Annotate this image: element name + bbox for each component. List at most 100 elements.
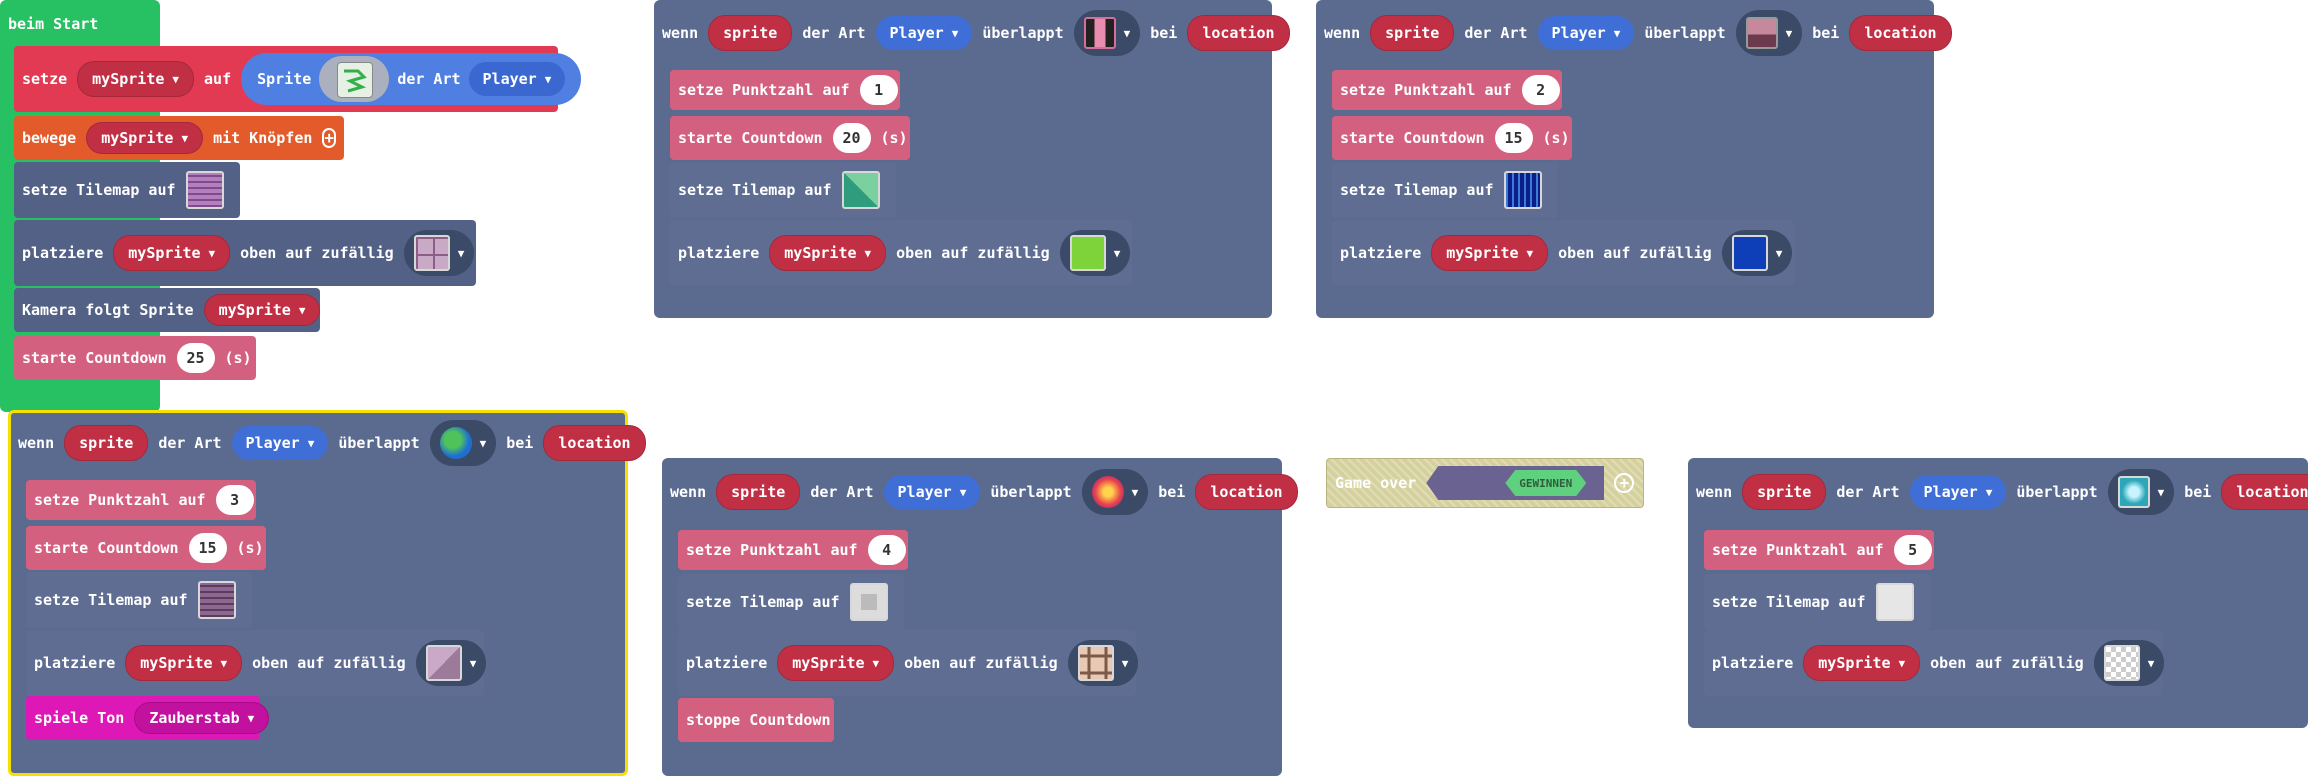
house-tile-icon <box>1745 17 1778 49</box>
start-countdown-block[interactable]: starte Countdown 15 (s) <box>1332 116 1572 160</box>
sprite-param[interactable]: sprite <box>1370 15 1455 51</box>
stop-countdown-keyword: stoppe Countdown <box>686 711 831 729</box>
location-param[interactable]: location <box>1195 474 1298 510</box>
set-sprite-block[interactable]: setze mySprite ▼ auf Sprite der Art Playe… <box>14 46 582 112</box>
sprite-image-picker[interactable] <box>319 56 390 102</box>
place-random-block[interactable]: platziere mySprite ▼ oben auf zufällig ▼ <box>1704 630 2165 696</box>
camera-keyword: Kamera folgt Sprite <box>22 301 194 319</box>
score-value[interactable]: 5 <box>1893 535 1932 565</box>
countdown-value[interactable]: 20 <box>832 123 871 153</box>
tile-picker[interactable]: ▼ <box>415 640 487 686</box>
tilemap-thumbnail-icon[interactable] <box>1875 583 1914 621</box>
tilemap-thumbnail-icon[interactable] <box>1503 171 1542 209</box>
place-keyword: platziere <box>22 244 104 262</box>
tile-picker[interactable]: ▼ <box>2093 640 2165 686</box>
set-score-block[interactable]: setze Punktzahl auf 5 <box>1704 530 1934 570</box>
set-tilemap-block[interactable]: setze Tilemap auf <box>1704 574 1930 630</box>
place-random-block[interactable]: platziere mySprite ▼ oben auf zufällig ▼ <box>26 630 487 696</box>
plus-icon[interactable]: + <box>322 128 337 148</box>
tilemap-thumbnail-icon[interactable] <box>841 171 880 209</box>
set-tilemap-block[interactable]: setze Tilemap auf <box>14 162 240 218</box>
tile-picker[interactable]: ▼ <box>429 420 497 466</box>
place-random-block[interactable]: platziere mySprite ▼ oben auf zufällig ▼ <box>678 630 1139 696</box>
play-sound-block[interactable]: spiele Ton Zauberstab ▼ <box>26 696 270 740</box>
location-param[interactable]: location <box>1187 15 1290 51</box>
stone-tile-icon <box>425 645 462 681</box>
plus-icon[interactable]: + <box>1614 473 1635 493</box>
start-countdown-block[interactable]: starte Countdown 15 (s) <box>26 526 266 570</box>
sprite-param[interactable]: sprite <box>716 474 801 510</box>
var-dropdown[interactable]: mySprite ▼ <box>203 294 321 326</box>
kind-dropdown[interactable]: Player ▼ <box>875 16 973 50</box>
var-dropdown[interactable]: mySprite ▼ <box>769 235 887 271</box>
var-dropdown[interactable]: mySprite ▼ <box>125 645 243 681</box>
place-random-block[interactable]: platziere mySprite ▼ oben auf zufällig ▼ <box>14 220 476 286</box>
move-with-buttons-block[interactable]: bewege mySprite ▼ mit Knöpfen + <box>14 116 344 160</box>
chevron-down-icon: ▼ <box>298 303 306 317</box>
chevron-down-icon: ▼ <box>307 436 315 450</box>
kind-dropdown[interactable]: Player ▼ <box>1909 475 2007 509</box>
tile-picker[interactable]: ▼ <box>1721 230 1793 276</box>
sprite-param[interactable]: sprite <box>64 425 149 461</box>
location-param[interactable]: location <box>2221 474 2308 510</box>
sound-dropdown[interactable]: Zauberstab ▼ <box>134 702 270 734</box>
var-name: mySprite <box>218 301 291 319</box>
tilemap-thumbnail-icon[interactable] <box>197 581 236 619</box>
kind-dropdown[interactable]: Player ▼ <box>231 426 329 460</box>
score-value[interactable]: 4 <box>867 535 906 565</box>
tile-picker[interactable]: ▼ <box>1059 230 1131 276</box>
tile-picker[interactable]: ▼ <box>1073 10 1141 56</box>
var-dropdown[interactable]: mySprite ▼ <box>777 645 895 681</box>
set-score-block[interactable]: setze Punktzahl auf 2 <box>1332 70 1562 110</box>
win-value-slot[interactable]: GEWINNEN <box>1426 466 1605 500</box>
countdown-value[interactable]: 15 <box>188 533 227 563</box>
countdown-value[interactable]: 25 <box>176 343 215 373</box>
score-value[interactable]: 3 <box>215 485 254 515</box>
var-dropdown[interactable]: mySprite ▼ <box>1431 235 1549 271</box>
var-dropdown[interactable]: mySprite ▼ <box>86 122 204 154</box>
place-random-block[interactable]: platziere mySprite ▼ oben auf zufällig ▼ <box>1332 220 1794 286</box>
kind-dropdown[interactable]: Player ▼ <box>1537 16 1635 50</box>
set-score-block[interactable]: setze Punktzahl auf 1 <box>670 70 900 110</box>
tilemap-thumbnail-icon[interactable] <box>849 583 888 621</box>
tile-picker[interactable]: ▼ <box>403 230 475 276</box>
set-score-block[interactable]: setze Punktzahl auf 3 <box>26 480 256 520</box>
camera-follow-block[interactable]: Kamera folgt Sprite mySprite ▼ <box>14 288 321 332</box>
location-param[interactable]: location <box>543 425 646 461</box>
set-score-block[interactable]: setze Punktzahl auf 4 <box>678 530 908 570</box>
set-tilemap-block[interactable]: setze Tilemap auf <box>678 574 904 630</box>
kind-dropdown[interactable]: Player ▼ <box>468 62 566 96</box>
start-countdown-block[interactable]: starte Countdown 20 (s) <box>670 116 910 160</box>
set-tilemap-keyword: setze Tilemap auf <box>34 591 188 609</box>
sprite-param[interactable]: sprite <box>708 15 793 51</box>
var-dropdown[interactable]: mySprite ▼ <box>113 235 231 271</box>
tile-picker[interactable]: ▼ <box>2107 469 2175 515</box>
sprite-param[interactable]: sprite <box>1742 474 1827 510</box>
var-dropdown[interactable]: mySprite ▼ <box>77 61 195 97</box>
countdown-keyword: starte Countdown <box>34 539 179 557</box>
set-tilemap-block[interactable]: setze Tilemap auf <box>670 162 896 218</box>
tile-picker[interactable]: ▼ <box>1735 10 1803 56</box>
countdown-value[interactable]: 15 <box>1494 123 1533 153</box>
tile-picker[interactable]: ▼ <box>1081 469 1149 515</box>
set-tilemap-block[interactable]: setze Tilemap auf <box>1332 162 1558 218</box>
set-score-keyword: setze Punktzahl auf <box>34 491 206 509</box>
tilemap-thumbnail-icon[interactable] <box>185 171 224 209</box>
start-countdown-block[interactable]: starte Countdown 25 (s) <box>14 336 256 380</box>
score-value[interactable]: 1 <box>859 75 898 105</box>
var-dropdown[interactable]: mySprite ▼ <box>1803 645 1921 681</box>
tile-picker[interactable]: ▼ <box>1067 640 1139 686</box>
overlap-keyword: überlappt <box>338 434 420 452</box>
chevron-down-icon: ▼ <box>479 436 487 450</box>
stop-countdown-block[interactable]: stoppe Countdown <box>678 698 834 742</box>
location-param[interactable]: location <box>1849 15 1952 51</box>
place-random-block[interactable]: platziere mySprite ▼ oben auf zufällig ▼ <box>670 220 1132 286</box>
chevron-down-icon: ▼ <box>1131 485 1139 499</box>
window-tile-icon <box>1077 645 1114 681</box>
set-tilemap-block[interactable]: setze Tilemap auf <box>26 572 252 628</box>
game-over-block[interactable]: Game over GEWINNEN + <box>1326 458 1644 508</box>
sprite-create-reporter[interactable]: Sprite der Art Player ▼ <box>241 53 582 105</box>
kind-dropdown[interactable]: Player ▼ <box>883 475 981 509</box>
score-value[interactable]: 2 <box>1521 75 1560 105</box>
overlap-header-5: wenn sprite der Art Player ▼ überlappt ▼ … <box>1688 469 2308 515</box>
